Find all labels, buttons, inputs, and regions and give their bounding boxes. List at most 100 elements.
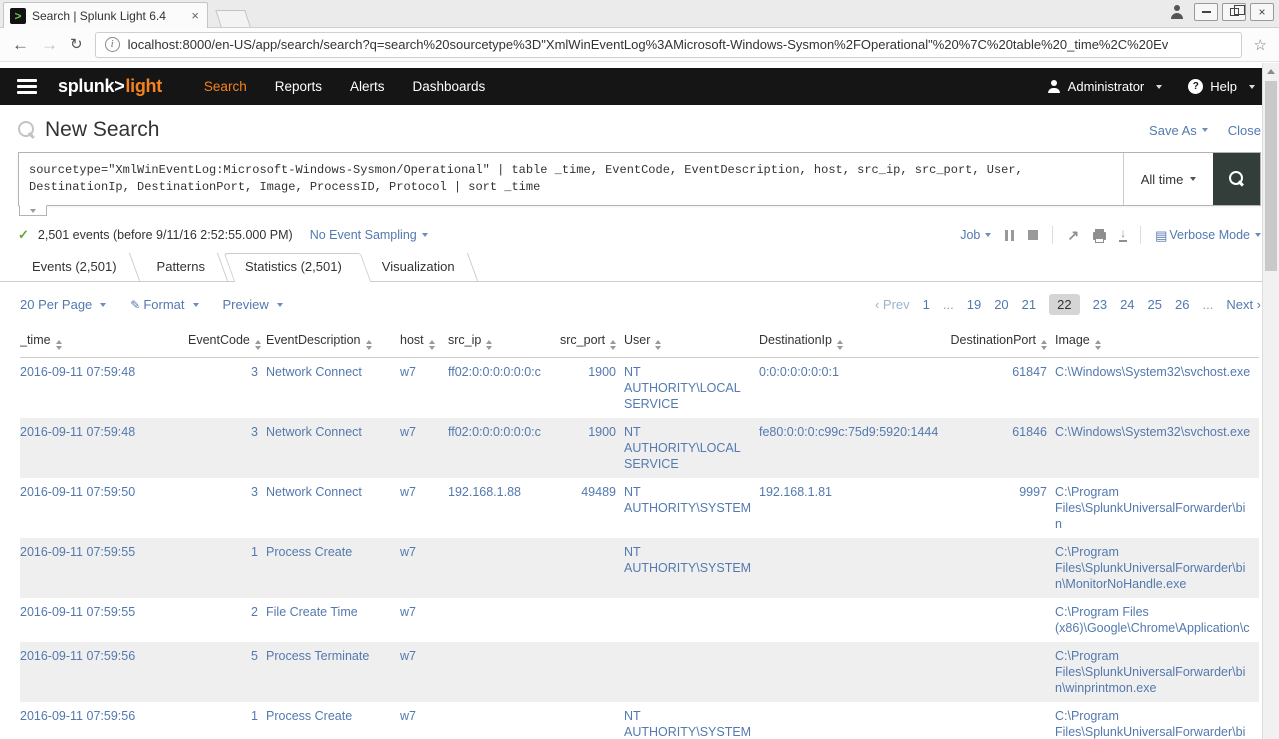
tab-visualization[interactable]: Visualization (366, 253, 479, 281)
page-number[interactable]: 1 (923, 297, 930, 312)
page-number[interactable]: 26 (1175, 297, 1189, 312)
cell-eventcode[interactable]: 3 (188, 358, 266, 419)
page-scrollbar[interactable] (1262, 63, 1279, 739)
tab-events[interactable]: Events (2,501) (16, 253, 141, 281)
cell-src-ip[interactable]: 192.168.1.88 (448, 478, 560, 538)
reload-icon[interactable]: ↻ (70, 37, 83, 52)
save-as-button[interactable]: Save As (1149, 123, 1208, 138)
new-tab-button[interactable] (215, 10, 251, 27)
prev-page-button[interactable]: ‹ Prev (875, 297, 910, 312)
cell-time[interactable]: 2016-09-11 07:59:55 (20, 538, 188, 598)
page-number[interactable]: 23 (1093, 297, 1107, 312)
cell-src-port[interactable] (560, 538, 624, 598)
format-selector[interactable]: ✎ Format (130, 297, 199, 312)
cell-host[interactable]: w7 (400, 358, 448, 419)
cell-destinationip[interactable] (759, 702, 947, 739)
cell-image[interactable]: C:\Program Files (x86)\Google\Chrome\App… (1055, 598, 1259, 642)
cell-destinationport[interactable] (947, 538, 1055, 598)
page-number[interactable]: 19 (967, 297, 981, 312)
col-header-host[interactable]: host (400, 327, 448, 358)
cell-src-port[interactable] (560, 642, 624, 702)
cell-image[interactable]: C:\Program Files\SplunkUniversalForwarde… (1055, 538, 1259, 598)
cell-user[interactable] (624, 598, 759, 642)
cell-user[interactable]: NT AUTHORITY\SYSTEM (624, 702, 759, 739)
cell-destinationip[interactable] (759, 642, 947, 702)
cell-destinationip[interactable]: fe80:0:0:0:c99c:75d9:5920:1444 (759, 418, 947, 478)
cell-destinationip[interactable] (759, 598, 947, 642)
time-range-picker[interactable]: All time (1123, 153, 1213, 205)
cell-eventcode[interactable]: 1 (188, 538, 266, 598)
cell-src-ip[interactable] (448, 598, 560, 642)
cell-image[interactable]: C:\Program Files\SplunkUniversalForwarde… (1055, 478, 1259, 538)
cell-eventdescription[interactable]: Process Create (266, 702, 400, 739)
cell-image[interactable]: C:\Windows\System32\svchost.exe (1055, 358, 1259, 419)
bookmark-star-icon[interactable]: ☆ (1254, 36, 1267, 54)
user-menu[interactable]: Administrator (1038, 79, 1173, 94)
menu-icon[interactable] (14, 76, 40, 97)
col-header-destinationip[interactable]: DestinationIp (759, 327, 947, 358)
cell-host[interactable]: w7 (400, 642, 448, 702)
cell-eventdescription[interactable]: Process Create (266, 538, 400, 598)
page-number[interactable]: 24 (1120, 297, 1134, 312)
col-header-image[interactable]: Image (1055, 327, 1259, 358)
col-header-eventdescription[interactable]: EventDescription (266, 327, 400, 358)
cell-user[interactable]: NT AUTHORITY\LOCAL SERVICE (624, 358, 759, 419)
restore-button[interactable] (1222, 3, 1246, 21)
cell-eventcode[interactable]: 2 (188, 598, 266, 642)
cell-time[interactable]: 2016-09-11 07:59:48 (20, 358, 188, 419)
cell-user[interactable]: NT AUTHORITY\SYSTEM (624, 538, 759, 598)
cell-src-port[interactable]: 1900 (560, 358, 624, 419)
scrollbar-thumb[interactable] (1265, 81, 1277, 271)
cell-eventdescription[interactable]: Network Connect (266, 418, 400, 478)
help-menu[interactable]: ? Help (1178, 79, 1265, 94)
cell-user[interactable]: NT AUTHORITY\LOCAL SERVICE (624, 418, 759, 478)
cell-time[interactable]: 2016-09-11 07:59:50 (20, 478, 188, 538)
cell-destinationport[interactable]: 9997 (947, 478, 1055, 538)
cell-host[interactable]: w7 (400, 538, 448, 598)
cell-user[interactable] (624, 642, 759, 702)
cell-host[interactable]: w7 (400, 478, 448, 538)
cell-time[interactable]: 2016-09-11 07:59:56 (20, 642, 188, 702)
cell-destinationip[interactable] (759, 538, 947, 598)
export-icon[interactable]: ↓ (1119, 227, 1128, 242)
forward-icon[interactable]: → (41, 36, 58, 53)
page-number[interactable]: 21 (1022, 297, 1036, 312)
cell-eventdescription[interactable]: Network Connect (266, 478, 400, 538)
share-icon[interactable]: ↗ (1067, 228, 1079, 242)
nav-item-search[interactable]: Search (190, 68, 261, 105)
cell-time[interactable]: 2016-09-11 07:59:48 (20, 418, 188, 478)
close-button[interactable]: × (1250, 3, 1274, 21)
col-header-destinationport[interactable]: DestinationPort (947, 327, 1055, 358)
search-assistant-toggle[interactable] (19, 205, 47, 216)
cell-destinationport[interactable] (947, 642, 1055, 702)
page-number[interactable]: 25 (1148, 297, 1162, 312)
current-page[interactable]: 22 (1049, 294, 1080, 315)
cell-src-ip[interactable] (448, 538, 560, 598)
info-icon[interactable]: i (104, 37, 120, 52)
cell-image[interactable]: C:\Windows\System32\svchost.exe (1055, 418, 1259, 478)
page-number[interactable]: 20 (994, 297, 1008, 312)
stop-icon[interactable] (1028, 230, 1039, 240)
print-icon[interactable] (1093, 229, 1107, 243)
cell-src-ip[interactable]: ff02:0:0:0:0:0:0:c (448, 418, 560, 478)
cell-src-port[interactable]: 49489 (560, 478, 624, 538)
cell-eventcode[interactable]: 1 (188, 702, 266, 739)
search-mode-selector[interactable]: ▤ Verbose Mode (1155, 228, 1261, 242)
cell-destinationport[interactable] (947, 702, 1055, 739)
cell-eventcode[interactable]: 5 (188, 642, 266, 702)
nav-item-dashboards[interactable]: Dashboards (399, 68, 500, 105)
search-button[interactable] (1213, 153, 1260, 205)
url-field[interactable]: i localhost:8000/en-US/app/search/search… (94, 31, 1242, 58)
cell-src-ip[interactable]: ff02:0:0:0:0:0:0:c (448, 358, 560, 419)
cell-eventdescription[interactable]: Network Connect (266, 358, 400, 419)
cell-destinationport[interactable]: 61847 (947, 358, 1055, 419)
cell-host[interactable]: w7 (400, 598, 448, 642)
cell-src-port[interactable]: 1900 (560, 418, 624, 478)
nav-item-reports[interactable]: Reports (261, 68, 336, 105)
cell-eventdescription[interactable]: File Create Time (266, 598, 400, 642)
cell-destinationip[interactable]: 192.168.1.81 (759, 478, 947, 538)
cell-image[interactable]: C:\Program Files\SplunkUniversalForwarde… (1055, 642, 1259, 702)
scrollbar-up-arrow-icon[interactable] (1263, 63, 1279, 79)
cell-src-port[interactable] (560, 598, 624, 642)
close-search-button[interactable]: Close (1228, 123, 1261, 138)
